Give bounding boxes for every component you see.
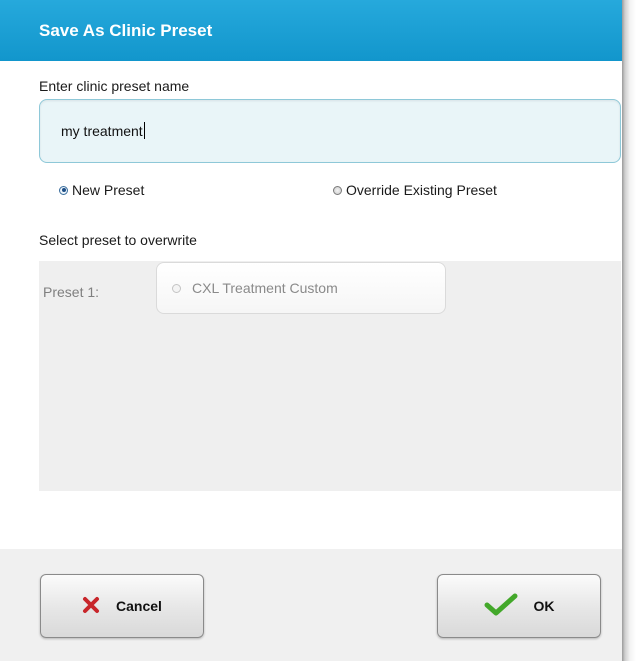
radio-disabled-icon bbox=[172, 283, 181, 293]
dialog-title-bar: Save As Clinic Preset bbox=[0, 0, 622, 61]
ok-button-label: OK bbox=[533, 598, 555, 614]
text-caret bbox=[143, 122, 145, 139]
ok-button[interactable]: OK bbox=[437, 574, 601, 638]
checkmark-icon bbox=[484, 593, 518, 620]
preset-name-value: my treatment bbox=[61, 123, 143, 139]
radio-unchecked-icon bbox=[333, 185, 342, 195]
dialog-footer: Cancel OK bbox=[0, 549, 622, 661]
dialog-edge-shadow bbox=[622, 0, 636, 661]
preset-name-input[interactable]: my treatment bbox=[39, 99, 621, 163]
radio-new-preset[interactable]: New Preset bbox=[59, 182, 144, 198]
cancel-button[interactable]: Cancel bbox=[40, 574, 204, 638]
preset-option-1[interactable]: CXL Treatment Custom bbox=[156, 262, 446, 314]
preset-name-label: Enter clinic preset name bbox=[39, 78, 190, 94]
save-preset-dialog: Save As Clinic Preset Enter clinic prese… bbox=[0, 0, 622, 661]
dialog-title: Save As Clinic Preset bbox=[39, 21, 213, 40]
preset-list: Preset 1: CXL Treatment Custom bbox=[39, 261, 621, 491]
radio-override-preset-label: Override Existing Preset bbox=[346, 182, 497, 198]
radio-new-preset-label: New Preset bbox=[72, 182, 145, 198]
x-mark-icon bbox=[82, 596, 100, 617]
preset-option-label: CXL Treatment Custom bbox=[192, 280, 338, 296]
overwrite-section-label: Select preset to overwrite bbox=[39, 232, 197, 248]
preset-slot-label: Preset 1: bbox=[43, 284, 100, 300]
cancel-button-label: Cancel bbox=[116, 598, 162, 614]
radio-override-preset[interactable]: Override Existing Preset bbox=[333, 182, 497, 198]
radio-checked-icon bbox=[59, 185, 68, 195]
